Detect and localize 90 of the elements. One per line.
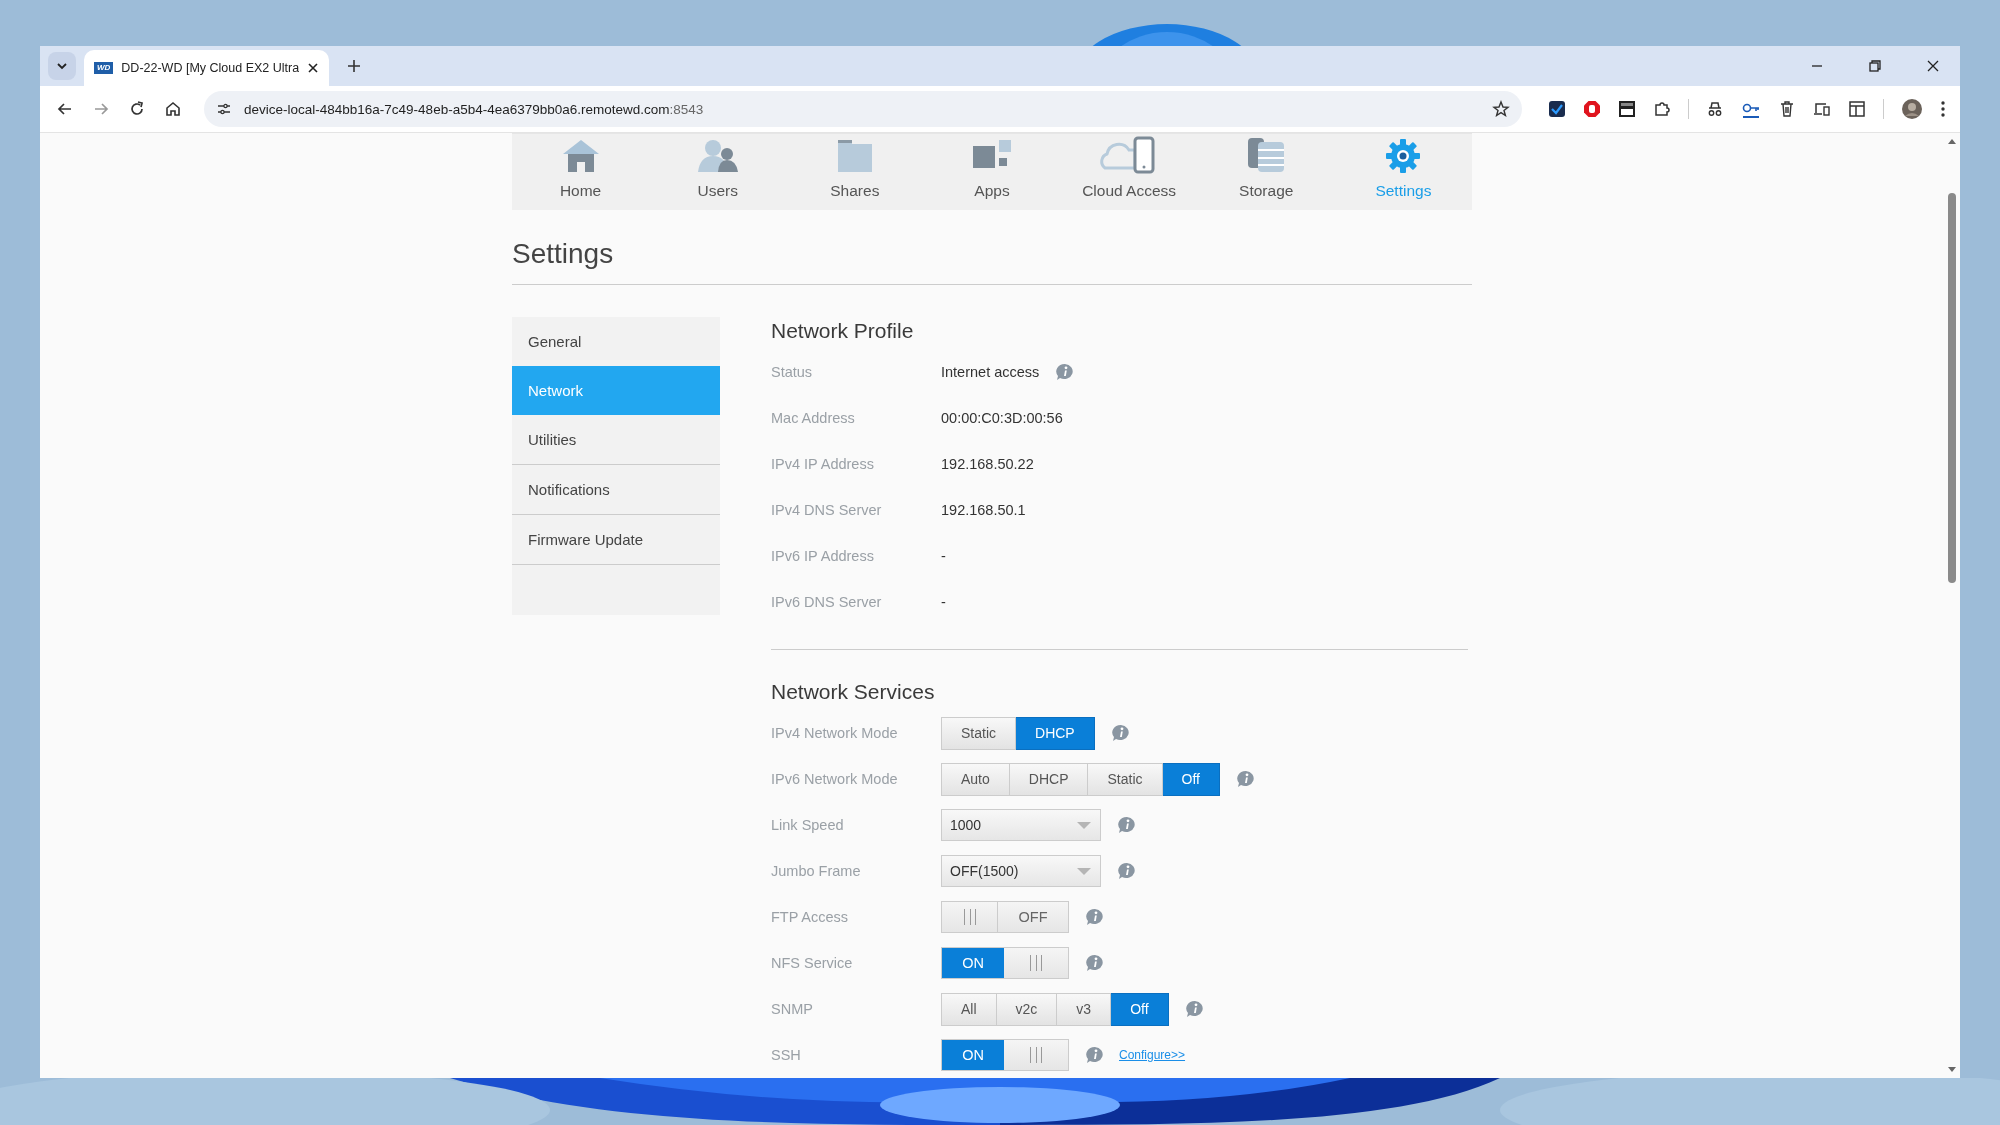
segment-option[interactable]: Auto <box>941 762 1010 796</box>
nav-item[interactable]: Home <box>512 134 650 210</box>
gear-icon <box>1385 138 1422 174</box>
segment-option[interactable]: v3 <box>1057 992 1112 1026</box>
reload-icon[interactable] <box>128 100 146 118</box>
field-value: 00:00:C0:3D:00:56 <box>941 410 1063 426</box>
segment-option[interactable]: DHCP <box>1009 762 1089 796</box>
segment-option[interactable]: Static <box>1088 762 1163 796</box>
star-icon[interactable] <box>1492 100 1510 118</box>
field-label: NFS Service <box>771 955 854 971</box>
nav-item[interactable]: Cloud Access <box>1060 134 1198 210</box>
field-label: SSH <box>771 1047 802 1063</box>
trash-icon[interactable] <box>1778 100 1796 118</box>
segment-option[interactable]: All <box>941 992 997 1026</box>
field-label: Link Speed <box>771 817 845 833</box>
home-icon[interactable] <box>164 100 182 118</box>
info-icon[interactable] <box>1055 363 1076 381</box>
segment-option[interactable]: Off <box>1111 992 1169 1026</box>
address-bar[interactable]: device-local-484bb16a-7c49-48eb-a5b4-4ea6379bb0a6.remotewd.com:8543 <box>204 91 1522 127</box>
info-icon[interactable] <box>1085 908 1105 926</box>
field-label: Jumbo Frame <box>771 863 862 879</box>
info-icon[interactable] <box>1117 816 1137 834</box>
close-icon[interactable] <box>307 62 320 74</box>
info-icon[interactable] <box>1085 1046 1105 1064</box>
folder-icon <box>835 138 874 174</box>
sidebar-item[interactable]: General <box>512 317 720 366</box>
info-icon[interactable] <box>1085 954 1105 972</box>
checkmark-icon[interactable] <box>1548 100 1566 118</box>
database-icon <box>1246 136 1287 174</box>
field-label: Status <box>771 364 814 380</box>
dropdown[interactable]: OFF(1500) <box>941 855 1101 887</box>
users-icon <box>695 138 740 174</box>
field-label: IPv6 DNS Server <box>771 594 883 610</box>
scroll-down-icon[interactable] <box>1947 1066 1957 1074</box>
field-value: Internet access <box>941 364 1040 380</box>
toggle-switch[interactable]: OFF <box>941 901 1069 933</box>
restore-icon[interactable] <box>1868 59 1882 73</box>
new-tab-icon[interactable] <box>347 59 362 73</box>
segment-option[interactable]: DHCP <box>1016 716 1095 750</box>
favicon-icon: WD <box>94 62 114 74</box>
section-title: Network Profile <box>771 319 915 343</box>
field-value: 192.168.50.1 <box>941 502 1026 518</box>
segment-option[interactable]: v2c <box>996 992 1058 1026</box>
field-label: FTP Access <box>771 909 850 925</box>
nav-item[interactable]: Storage <box>1197 134 1335 210</box>
segment-option[interactable]: Off <box>1162 762 1220 796</box>
dropdown-arrow-icon <box>1076 820 1092 830</box>
url-text: device-local-484bb16a-7c49-48eb-a5b4-4ea6379bb0a6.remotewd.com:8543 <box>244 101 704 117</box>
scrollbar-thumb[interactable] <box>1948 193 1956 583</box>
nav-item[interactable]: Users <box>649 134 787 210</box>
field-label: IPv6 IP Address <box>771 548 875 564</box>
browser-tab[interactable]: WD DD-22-WD [My Cloud EX2 Ultra <box>84 50 330 86</box>
tab-title: DD-22-WD [My Cloud EX2 Ultra <box>121 61 300 75</box>
incognito-icon[interactable] <box>1706 100 1724 118</box>
nav-item[interactable]: Shares <box>786 134 924 210</box>
sidebar-item[interactable]: Notifications <box>512 465 720 515</box>
info-icon[interactable] <box>1110 724 1131 742</box>
field-value: - <box>941 548 946 564</box>
toggle-switch[interactable]: ON <box>941 1039 1069 1071</box>
field-value: 192.168.50.22 <box>941 456 1034 472</box>
field-value: - <box>941 594 946 610</box>
profile-avatar-icon[interactable] <box>1901 98 1923 120</box>
page-title: Settings <box>512 238 1472 285</box>
field-label: IPv4 IP Address <box>771 456 875 472</box>
chevron-down-icon <box>56 60 68 72</box>
puzzle-icon[interactable] <box>1653 100 1671 118</box>
field-label: IPv4 Network Mode <box>771 725 899 741</box>
info-icon[interactable] <box>1235 770 1256 788</box>
dropdown-arrow-icon <box>1076 866 1092 876</box>
configure-link[interactable]: Configure>> <box>1119 1048 1186 1062</box>
site-settings-icon[interactable] <box>216 101 232 117</box>
sidebar-item[interactable]: Utilities <box>512 415 720 465</box>
info-icon[interactable] <box>1117 862 1137 880</box>
dropdown[interactable]: 1000 <box>941 809 1101 841</box>
close-icon[interactable] <box>1926 59 1940 73</box>
nav-item[interactable]: Apps <box>923 134 1061 210</box>
devices-icon[interactable] <box>1813 100 1831 118</box>
field-label: IPv4 DNS Server <box>771 502 883 518</box>
field-label: IPv6 Network Mode <box>771 771 899 787</box>
tab-list-button[interactable] <box>48 52 76 80</box>
field-label: SNMP <box>771 1001 814 1017</box>
segment-option[interactable]: Static <box>941 716 1016 750</box>
section-title: Network Services <box>771 680 936 704</box>
toggle-switch[interactable]: ON <box>941 947 1069 979</box>
sidebar-item[interactable]: Firmware Update <box>512 515 720 565</box>
sidebar-panel-icon[interactable] <box>1848 100 1866 118</box>
field-label: Mac Address <box>771 410 856 426</box>
info-icon[interactable] <box>1184 1000 1205 1018</box>
menu-icon[interactable] <box>1940 100 1946 118</box>
scroll-up-icon[interactable] <box>1947 137 1957 145</box>
